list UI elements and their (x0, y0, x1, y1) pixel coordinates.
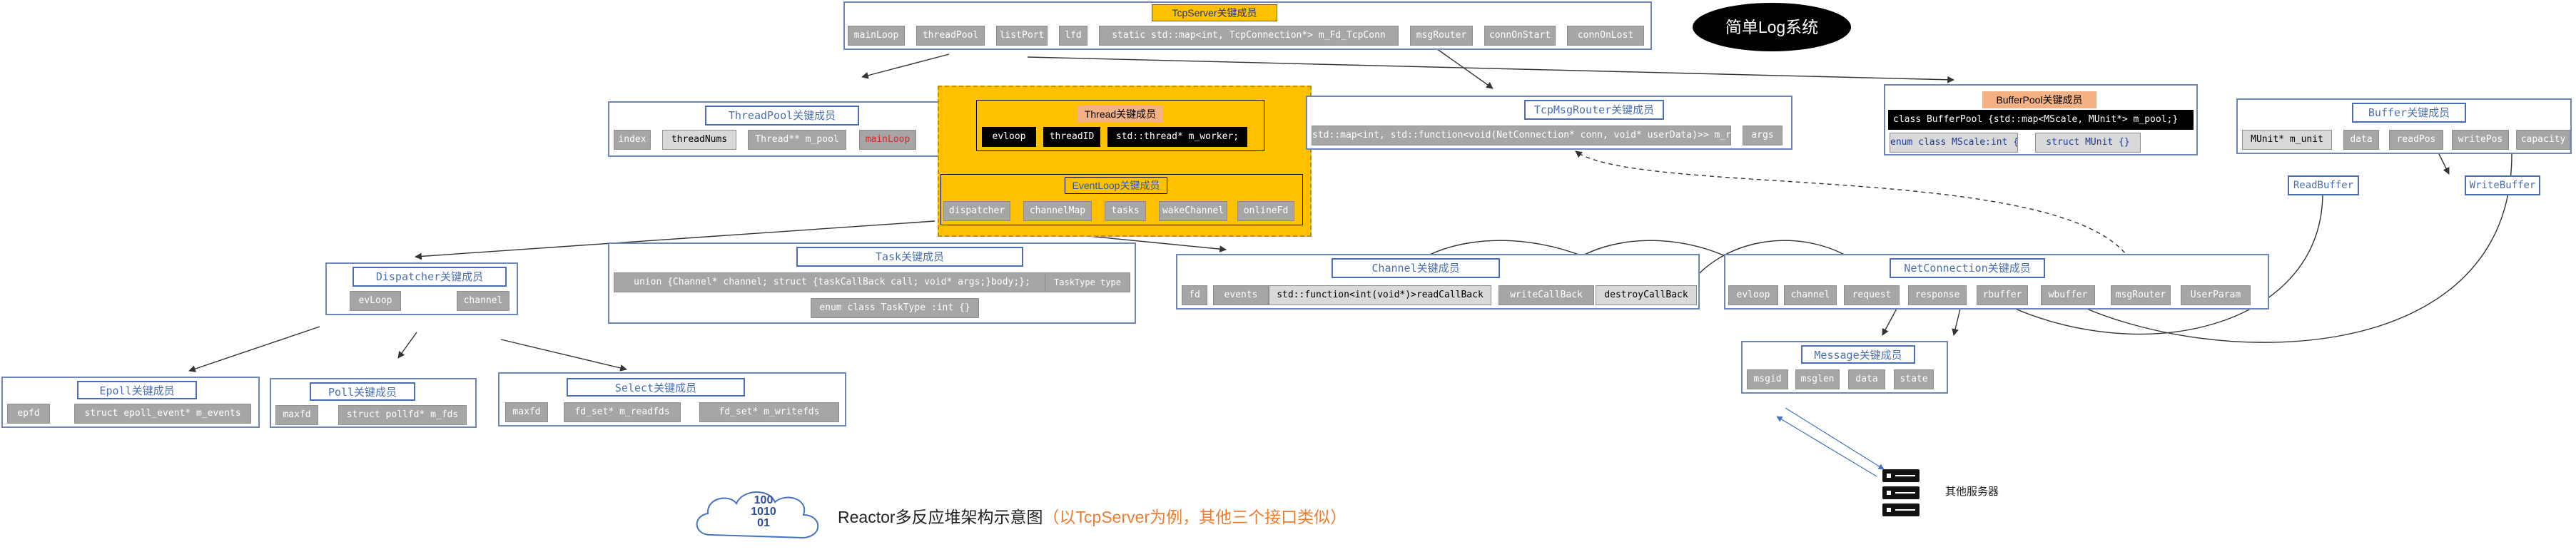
bufferpool-class-line[interactable]: class BufferPool {std::map<MScale, MUnit… (1888, 110, 2194, 130)
epoll-member-events[interactable]: struct epoll_event* m_events (74, 404, 251, 424)
buffer-member-unit[interactable]: MUnit* m_unit (2242, 130, 2332, 150)
channel-member-writecallback[interactable]: writeCallBack (1499, 285, 1594, 305)
dispatcher-title: Dispatcher关键成员 (353, 267, 507, 287)
tcpserver-member-listport[interactable]: listPort (996, 26, 1048, 46)
message-title: Message关键成员 (1801, 345, 1915, 364)
diagram-caption: Reactor多反应堆架构示意图（以TcpServer为例，其他三个接口类似） (838, 505, 1451, 529)
tcpserver-member-connonstart[interactable]: connOnStart (1484, 26, 1556, 46)
thread-member-evloop[interactable]: evloop (982, 127, 1036, 147)
netconnection-title: NetConnection关键成员 (1890, 258, 2045, 278)
bufferpool-struct-munit[interactable]: struct MUnit {} (2035, 133, 2141, 153)
buffer-member-readpos[interactable]: readPos (2389, 130, 2443, 150)
netconnection-member-userparam[interactable]: UserParam (2181, 285, 2251, 305)
message-member-state[interactable]: state (1894, 369, 1934, 389)
eventloop-member-onlinefd[interactable]: onlineFd (1237, 201, 1294, 221)
task-member-tasktype-enum[interactable]: enum class TaskType :int {} (811, 298, 979, 318)
message-member-msglen[interactable]: msglen (1795, 369, 1840, 389)
task-member-type[interactable]: TaskType type (1045, 272, 1130, 292)
poll-member-maxfd[interactable]: maxfd (275, 405, 318, 425)
thread-member-threadid[interactable]: threadID (1043, 127, 1100, 147)
netconnection-member-request[interactable]: request (1844, 285, 1900, 305)
channel-member-destroycallback[interactable]: destroyCallBack (1596, 285, 1697, 305)
channel-member-readcallback[interactable]: std::function<int(void*)>readCallBack (1269, 285, 1491, 305)
buffer-title: Buffer关键成员 (2352, 103, 2466, 123)
bufferpool-title: BufferPool关键成员 (1982, 91, 2096, 108)
epoll-member-epfd[interactable]: epfd (7, 404, 50, 424)
poll-member-fds[interactable]: struct pollfd* m_fds (338, 405, 467, 425)
tcpserver-title: TcpServer关键成员 (1152, 4, 1277, 21)
epoll-title: Epoll关键成员 (77, 381, 197, 399)
caption-main: Reactor多反应堆架构示意图 (838, 508, 1043, 526)
tcpserver-member-mainloop[interactable]: mainLoop (848, 26, 905, 46)
select-member-maxfd[interactable]: maxfd (505, 402, 548, 422)
eventloop-member-tasks[interactable]: tasks (1105, 201, 1146, 221)
dispatcher-member-evloop[interactable]: evLoop (350, 291, 401, 311)
threadpool-member-index[interactable]: index (614, 130, 651, 150)
threadpool-member-pool[interactable]: Thread** m_pool (748, 130, 846, 150)
eventloop-title: EventLoop关键成员 (1065, 177, 1167, 194)
select-member-readfds[interactable]: fd_set* m_readfds (564, 402, 681, 422)
select-title: Select关键成员 (567, 378, 745, 397)
netconnection-member-wbuffer[interactable]: wbuffer (2041, 285, 2095, 305)
netconnection-member-msgrouter[interactable]: msgRouter (2111, 285, 2171, 305)
buffer-member-data[interactable]: data (2343, 130, 2379, 150)
msgrouter-member-router-map[interactable]: std::map<int, std::function<void(NetConn… (1312, 126, 1731, 145)
tcpserver-member-fd-tcpconn-map[interactable]: static std::map<int, TcpConnection*> m_F… (1099, 26, 1399, 46)
server-label: 其他服务器 (1945, 486, 1999, 498)
netconnection-member-rbuffer[interactable]: rbuffer (1977, 285, 2028, 305)
msgrouter-member-args[interactable]: args (1743, 126, 1783, 145)
buffer-member-writepos[interactable]: writePos (2452, 130, 2509, 150)
tcpserver-member-threadpool[interactable]: threadPool (916, 26, 985, 46)
tcpserver-title-text: TcpServer关键成员 (1172, 7, 1257, 19)
server-icon (1882, 469, 1920, 516)
msgrouter-title: TcpMsgRouter关键成员 (1524, 100, 1664, 120)
eventloop-member-dispatcher[interactable]: dispatcher (943, 201, 1010, 221)
threadpool-member-mainloop[interactable]: mainLoop (859, 130, 916, 150)
buffer-member-capacity[interactable]: capacity (2516, 130, 2570, 150)
caption-note: （以TcpServer为例，其他三个接口类似） (1043, 508, 1347, 526)
tcpserver-member-lfd[interactable]: lfd (1059, 26, 1087, 46)
eventloop-member-wakechannel[interactable]: wakeChannel (1159, 201, 1227, 221)
netconnection-member-response[interactable]: response (1908, 285, 1967, 305)
tcpserver-member-connonlost[interactable]: connOnLost (1567, 26, 1644, 46)
poll-title: Poll关键成员 (310, 382, 415, 401)
netconnection-member-channel[interactable]: channel (1784, 285, 1837, 305)
threadpool-member-threadnums[interactable]: threadNums (662, 130, 736, 150)
cloud-binary-digits: 100 1010 01 (751, 494, 776, 529)
tcpserver-member-msgrouter[interactable]: msgRouter (1410, 26, 1473, 46)
channel-member-fd[interactable]: fd (1182, 285, 1207, 305)
bufferpool-enum-mscale[interactable]: enum class MScale:int {} (1890, 133, 2018, 153)
dispatcher-member-channel[interactable]: channel (457, 291, 509, 311)
thread-member-worker[interactable]: std::thread* m_worker; (1107, 127, 1247, 147)
threadpool-title: ThreadPool关键成员 (705, 106, 859, 126)
netconnection-member-evloop[interactable]: evloop (1728, 285, 1778, 305)
message-member-msgid[interactable]: msgid (1747, 369, 1788, 389)
thread-title: Thread关键成员 (1077, 106, 1163, 123)
select-member-writefds[interactable]: fd_set* m_writefds (699, 402, 839, 422)
write-buffer-box[interactable]: WriteBuffer (2465, 175, 2540, 195)
log-system-ellipse[interactable]: 简单Log系统 (1693, 3, 1851, 51)
task-title: Task关键成员 (796, 247, 1023, 267)
eventloop-member-channelmap[interactable]: channelMap (1023, 201, 1092, 221)
task-member-union[interactable]: union {Channel* channel; struct {taskCal… (614, 272, 1050, 292)
channel-member-events[interactable]: events (1213, 285, 1269, 305)
channel-title: Channel关键成员 (1332, 258, 1500, 278)
message-member-data[interactable]: data (1848, 369, 1885, 389)
read-buffer-box[interactable]: ReadBuffer (2288, 175, 2359, 195)
